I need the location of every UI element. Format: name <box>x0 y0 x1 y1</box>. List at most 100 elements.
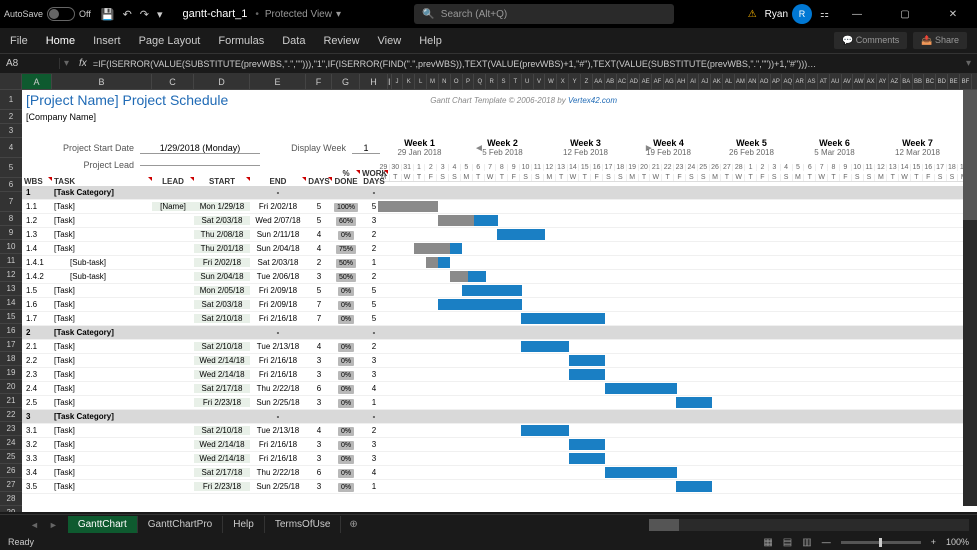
zoom-out-button[interactable]: — <box>822 537 831 547</box>
gantt-bar[interactable] <box>569 439 605 450</box>
col-header-O[interactable]: O <box>451 74 463 89</box>
row-header-29[interactable]: 29 <box>0 506 22 512</box>
row-header-18[interactable]: 18 <box>0 352 22 366</box>
formula-input[interactable]: =IF(ISERROR(VALUE(SUBSTITUTE(prevWBS,"."… <box>93 59 960 69</box>
gantt-bar[interactable] <box>414 243 450 254</box>
autosave-toggle[interactable]: AutoSave Off <box>4 7 91 21</box>
col-header-AU[interactable]: AU <box>830 74 842 89</box>
row-header-2[interactable]: 2 <box>0 110 22 124</box>
gantt-bar[interactable] <box>521 313 605 324</box>
gantt-bar[interactable] <box>378 201 438 212</box>
col-header-P[interactable]: P <box>463 74 475 89</box>
tab-page-layout[interactable]: Page Layout <box>139 35 201 47</box>
col-header-AP[interactable]: AP <box>771 74 783 89</box>
qat-dropdown-icon[interactable]: ▾ <box>157 8 163 21</box>
row-header-14[interactable]: 14 <box>0 296 22 310</box>
tab-help[interactable]: Help <box>419 35 442 47</box>
row-header-5[interactable]: 5 <box>0 158 22 178</box>
page-break-icon[interactable]: ▥ <box>802 537 811 548</box>
col-header-AV[interactable]: AV <box>842 74 854 89</box>
sheet-tab-terms[interactable]: TermsOfUse <box>265 516 342 533</box>
row-header-24[interactable]: 24 <box>0 436 22 450</box>
col-header-BD[interactable]: BD <box>936 74 948 89</box>
gantt-bar[interactable] <box>605 467 677 478</box>
col-header-J[interactable]: J <box>392 74 404 89</box>
tab-review[interactable]: Review <box>323 35 359 47</box>
name-box-dropdown-icon[interactable]: ▾ <box>60 58 73 69</box>
search-input[interactable]: 🔍 Search (Alt+Q) <box>414 4 674 24</box>
col-header-AJ[interactable]: AJ <box>699 74 711 89</box>
col-header-K[interactable]: K <box>403 74 415 89</box>
col-header-AA[interactable]: AA <box>593 74 605 89</box>
row-header-7[interactable]: 7 <box>0 192 22 212</box>
table-row[interactable]: 1[Task Category]-- <box>22 186 977 200</box>
horizontal-scrollbar[interactable] <box>649 519 969 531</box>
col-header-G[interactable]: G <box>332 74 360 89</box>
col-header-D[interactable]: D <box>194 74 250 89</box>
zoom-slider[interactable] <box>841 541 921 544</box>
tab-data[interactable]: Data <box>282 35 305 47</box>
header-done[interactable]: % DONE <box>332 170 360 186</box>
table-row[interactable]: 2[Task Category]-- <box>22 326 977 340</box>
col-header-AL[interactable]: AL <box>723 74 735 89</box>
col-header-W[interactable]: W <box>545 74 557 89</box>
col-header-V[interactable]: V <box>534 74 546 89</box>
col-header-AW[interactable]: AW <box>853 74 865 89</box>
col-header-X[interactable]: X <box>557 74 569 89</box>
protected-view-label[interactable]: Protected View <box>265 9 332 20</box>
col-header-AI[interactable]: AI <box>688 74 700 89</box>
col-header-AE[interactable]: AE <box>640 74 652 89</box>
normal-view-icon[interactable]: ▦ <box>763 537 772 548</box>
row-header-8[interactable]: 8 <box>0 212 22 226</box>
maximize-button[interactable]: ▢ <box>885 0 925 28</box>
row-header-9[interactable]: 9 <box>0 226 22 240</box>
col-header-E[interactable]: E <box>250 74 306 89</box>
name-box[interactable]: A8 <box>0 58 60 69</box>
row-header-11[interactable]: 11 <box>0 254 22 268</box>
worksheet[interactable]: 1234567891011121314151617181920212223242… <box>0 90 977 512</box>
gantt-bar[interactable] <box>521 341 569 352</box>
gantt-bar[interactable] <box>569 369 605 380</box>
col-header-U[interactable]: U <box>522 74 534 89</box>
save-icon[interactable]: 💾 <box>101 8 115 21</box>
gantt-bar[interactable] <box>676 481 712 492</box>
ribbon-options-icon[interactable]: ⚏ <box>820 9 829 20</box>
gantt-bar[interactable] <box>569 355 605 366</box>
row-header-23[interactable]: 23 <box>0 422 22 436</box>
table-row[interactable]: 3[Task Category]-- <box>22 410 977 424</box>
table-row[interactable]: 1.4[Task]Thu 2/01/18Sun 2/04/18475%2 <box>22 242 977 256</box>
col-header-N[interactable]: N <box>439 74 451 89</box>
col-header-R[interactable]: R <box>486 74 498 89</box>
row-header-4[interactable]: 4 <box>0 138 22 158</box>
header-workdays[interactable]: WORK DAYS <box>360 170 388 186</box>
undo-icon[interactable]: ↶ <box>123 8 132 21</box>
col-header-AB[interactable]: AB <box>605 74 617 89</box>
zoom-in-button[interactable]: + <box>931 537 936 547</box>
company-name[interactable]: [Company Name] <box>22 110 977 124</box>
zoom-level[interactable]: 100% <box>946 537 969 547</box>
col-header-A[interactable]: A <box>22 74 52 89</box>
table-row[interactable]: 2.3[Task]Wed 2/14/18Fri 2/16/1830%3 <box>22 368 977 382</box>
col-header-B[interactable]: B <box>52 74 152 89</box>
col-header-BF[interactable]: BF <box>960 74 972 89</box>
col-header-L[interactable]: L <box>415 74 427 89</box>
row-header-27[interactable]: 27 <box>0 478 22 492</box>
vscroll-thumb[interactable] <box>963 90 977 220</box>
project-title[interactable]: [Project Name] Project Schedule <box>22 92 228 108</box>
col-header-AZ[interactable]: AZ <box>889 74 901 89</box>
tab-view[interactable]: View <box>378 35 402 47</box>
col-header-AO[interactable]: AO <box>759 74 771 89</box>
col-header-AX[interactable]: AX <box>865 74 877 89</box>
display-week-value[interactable]: 1 <box>352 143 380 154</box>
col-header-Q[interactable]: Q <box>474 74 486 89</box>
formula-expand-icon[interactable]: ▾ <box>960 58 977 69</box>
warning-icon[interactable]: ⚠ <box>748 9 757 20</box>
share-button[interactable]: 📤 Share <box>913 32 967 49</box>
col-header-C[interactable]: C <box>152 74 194 89</box>
hscroll-thumb[interactable] <box>649 519 679 531</box>
close-button[interactable]: ✕ <box>933 0 973 28</box>
gantt-bar[interactable] <box>676 397 712 408</box>
header-end[interactable]: END <box>250 177 306 186</box>
tab-formulas[interactable]: Formulas <box>218 35 264 47</box>
gantt-bar[interactable] <box>569 453 605 464</box>
